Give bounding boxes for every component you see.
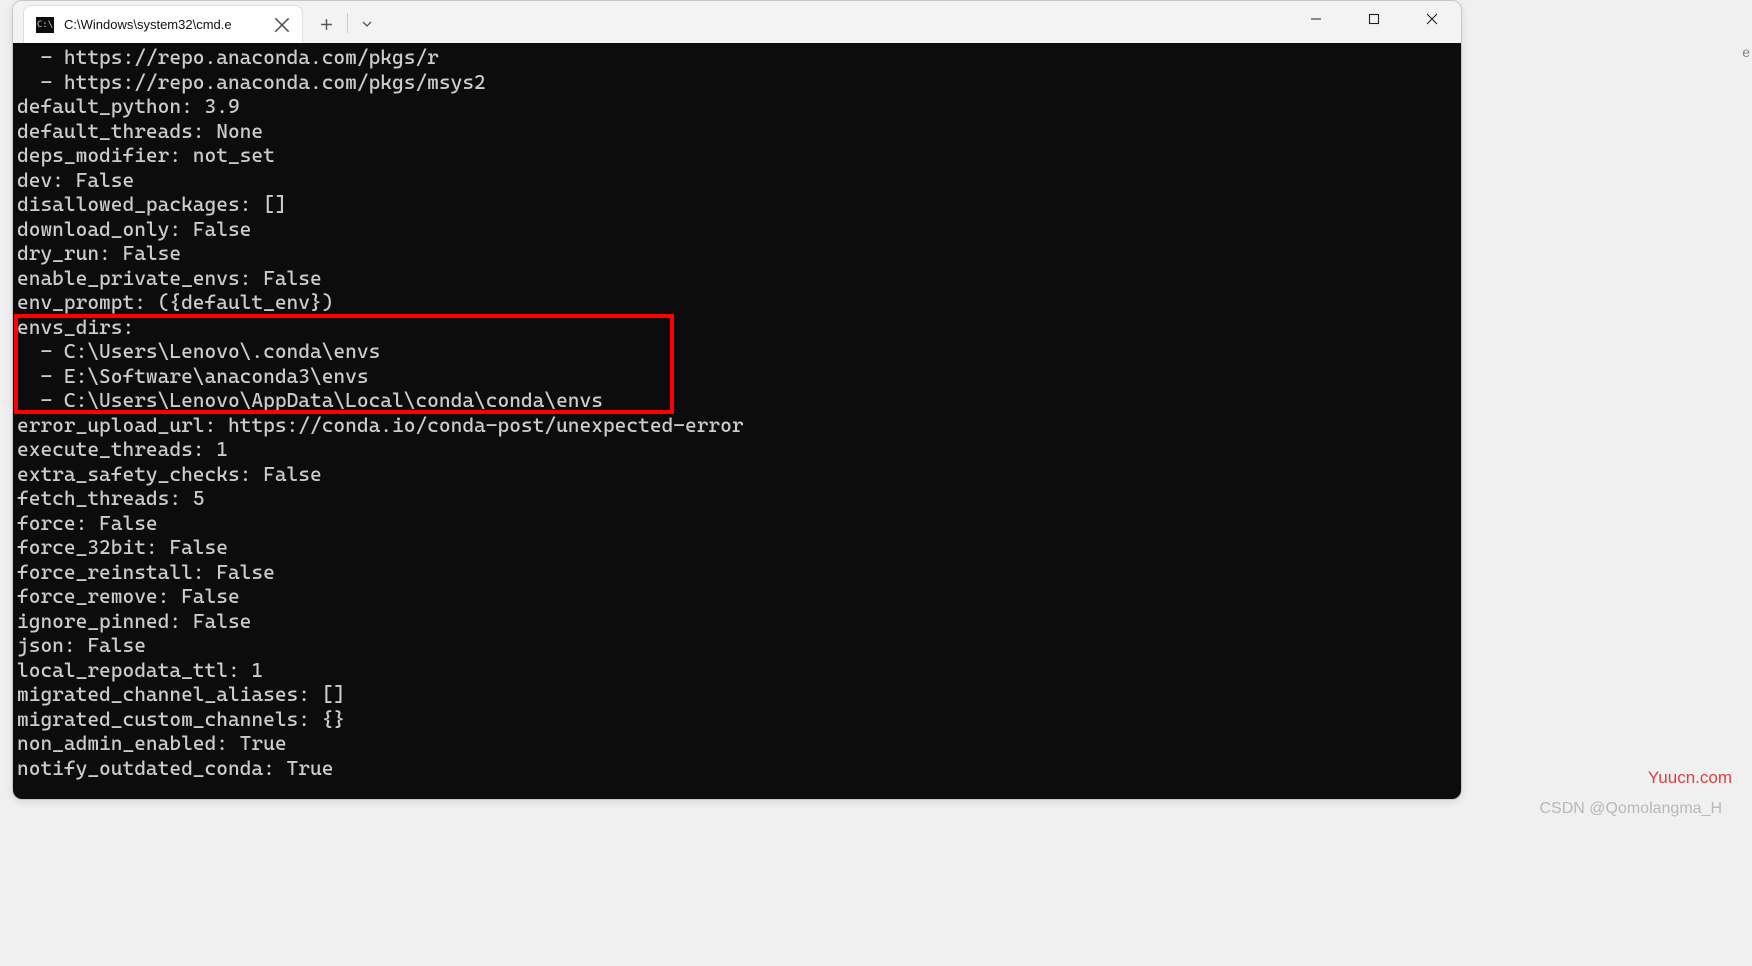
tab-title: C:\Windows\system32\cmd.e <box>64 17 264 32</box>
terminal-line: - https://repo.anaconda.com/pkgs/r <box>17 45 1457 70</box>
window-controls <box>1287 1 1461 43</box>
terminal-line: - E:\Software\anaconda3\envs <box>17 364 1457 389</box>
window-titlebar: C:\ C:\Windows\system32\cmd.e <box>13 1 1461 43</box>
tab-active[interactable]: C:\ C:\Windows\system32\cmd.e <box>23 5 303 43</box>
terminal-line: ignore_pinned: False <box>17 609 1457 634</box>
terminal-line: default_threads: None <box>17 119 1457 144</box>
terminal-output[interactable]: - https://repo.anaconda.com/pkgs/r - htt… <box>13 43 1461 799</box>
terminal-line: deps_modifier: not_set <box>17 143 1457 168</box>
terminal-line: notify_outdated_conda: True <box>17 756 1457 781</box>
terminal-line: json: False <box>17 633 1457 658</box>
terminal-line: force: False <box>17 511 1457 536</box>
terminal-line: - https://repo.anaconda.com/pkgs/msys2 <box>17 70 1457 95</box>
maximize-button[interactable] <box>1345 1 1403 37</box>
terminal-line: fetch_threads: 5 <box>17 486 1457 511</box>
terminal-line: enable_private_envs: False <box>17 266 1457 291</box>
terminal-line: env_prompt: ({default_env}) <box>17 290 1457 315</box>
new-tab-button[interactable] <box>309 5 343 43</box>
terminal-window: C:\ C:\Windows\system32\cmd.e - https:// <box>12 0 1462 800</box>
terminal-line: dev: False <box>17 168 1457 193</box>
watermark-site: Yuucn.com <box>1648 768 1732 788</box>
terminal-line: force_reinstall: False <box>17 560 1457 585</box>
terminal-line: - C:\Users\Lenovo\AppData\Local\conda\co… <box>17 388 1457 413</box>
terminal-line: force_remove: False <box>17 584 1457 609</box>
terminal-line: download_only: False <box>17 217 1457 242</box>
terminal-line: extra_safety_checks: False <box>17 462 1457 487</box>
terminal-line: - C:\Users\Lenovo\.conda\envs <box>17 339 1457 364</box>
tab-close-button[interactable] <box>274 17 290 33</box>
terminal-line: force_32bit: False <box>17 535 1457 560</box>
terminal-line: migrated_custom_channels: {} <box>17 707 1457 732</box>
close-button[interactable] <box>1403 1 1461 37</box>
watermark-csdn: CSDN @Qomolangma_H <box>1539 800 1722 818</box>
cmd-icon: C:\ <box>36 17 54 33</box>
terminal-line: local_repodata_ttl: 1 <box>17 658 1457 683</box>
terminal-line: dry_run: False <box>17 241 1457 266</box>
tab-dropdown-button[interactable] <box>352 5 382 43</box>
terminal-line: default_python: 3.9 <box>17 94 1457 119</box>
background-stray-char: e <box>1742 44 1750 60</box>
terminal-line: disallowed_packages: [] <box>17 192 1457 217</box>
terminal-line: error_upload_url: https://conda.io/conda… <box>17 413 1457 438</box>
terminal-line: execute_threads: 1 <box>17 437 1457 462</box>
minimize-button[interactable] <box>1287 1 1345 37</box>
tab-divider <box>347 13 348 33</box>
terminal-line: non_admin_enabled: True <box>17 731 1457 756</box>
terminal-line: envs_dirs: <box>17 315 1457 340</box>
terminal-line: migrated_channel_aliases: [] <box>17 682 1457 707</box>
